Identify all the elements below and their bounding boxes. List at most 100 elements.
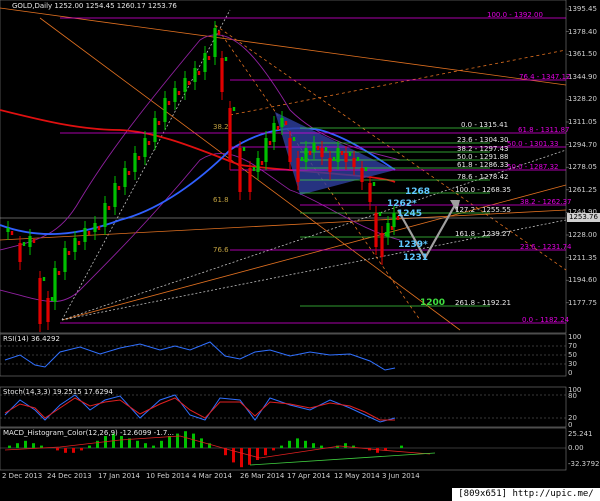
- candle-body: [157, 121, 161, 125]
- candle-body: [224, 57, 228, 61]
- macd-bar: [96, 440, 99, 448]
- image-host-watermark: [809x651] http://upic.me/: [452, 488, 600, 501]
- candle-body: [6, 228, 10, 232]
- candle-body: [93, 223, 97, 232]
- chart-canvas[interactable]: [0, 0, 600, 501]
- level-1231: 1231: [403, 253, 429, 263]
- candle-body: [316, 146, 320, 150]
- level-1200: 1200: [420, 298, 446, 308]
- macd-bar: [64, 448, 67, 453]
- candle-body: [117, 186, 121, 190]
- rsi-scale-50: 50: [568, 351, 577, 359]
- candle-body: [252, 167, 256, 171]
- macd-bar: [184, 431, 187, 448]
- candle-body: [46, 298, 50, 322]
- fib-green-161: 161.8 - 1239.27: [455, 230, 511, 238]
- candle-body: [83, 228, 87, 242]
- candle-body: [22, 242, 26, 246]
- candle-body: [97, 226, 101, 230]
- candle-body: [284, 121, 288, 125]
- date-tick-3: 10 Feb 2014: [146, 472, 190, 480]
- candle-body: [232, 107, 236, 111]
- macd-bar: [288, 440, 291, 448]
- candle-body: [256, 158, 260, 172]
- candle-body: [368, 183, 372, 202]
- macd-bar: [264, 448, 267, 456]
- price-axis-tick: 1311.05: [568, 118, 597, 126]
- price-axis-tick: 1194.60: [568, 276, 597, 285]
- candle-body: [272, 123, 276, 142]
- macd-bar: [272, 448, 275, 451]
- candle-body: [364, 167, 368, 171]
- macd-scale-zero: 0.00: [568, 444, 584, 452]
- macd-bar: [296, 438, 299, 448]
- stoch-header: Stoch(14,3,3) 19.2515 17.6294: [3, 388, 113, 396]
- macd-bar: [16, 443, 19, 448]
- candle-body: [18, 243, 22, 262]
- macd-bar: [256, 448, 259, 460]
- candle-body: [332, 157, 336, 161]
- candle-body: [38, 278, 42, 324]
- candle-body: [57, 271, 61, 275]
- candle-body: [386, 223, 390, 237]
- candle-body: [292, 137, 296, 141]
- candle-body: [67, 251, 71, 255]
- macd-bar: [128, 438, 131, 448]
- date-tick-0: 2 Dec 2013: [2, 472, 43, 480]
- candle-body: [296, 158, 300, 182]
- price-axis-tick: 1278.05: [568, 163, 597, 172]
- candle-body: [352, 158, 356, 167]
- candle-body: [300, 157, 304, 161]
- candle-body: [280, 118, 284, 127]
- candle-body: [193, 68, 197, 82]
- fib-label-61: 61.8 - 1311.87: [518, 126, 570, 134]
- candle-body: [28, 236, 32, 247]
- macd-scale-top: 25.241: [568, 430, 593, 438]
- candle-body: [127, 171, 131, 175]
- price-axis-tick: 1211.35: [568, 253, 597, 262]
- fib-green-23: 23.6 - 1304.30: [457, 136, 509, 144]
- candle-body: [163, 98, 167, 122]
- macd-bar: [280, 445, 283, 448]
- candle-body: [344, 153, 348, 162]
- candle-body: [87, 231, 91, 235]
- date-tick-8: 3 Jun 2014: [382, 472, 420, 480]
- rsi-scale-100: 100: [568, 333, 582, 341]
- macd-bar: [376, 448, 379, 453]
- candle-body: [153, 118, 157, 142]
- macd-bar: [8, 445, 11, 448]
- candle-body: [360, 168, 364, 182]
- price-axis-tick: 1328.20: [568, 95, 597, 104]
- candle-body: [107, 206, 111, 210]
- candle-body: [10, 231, 14, 235]
- candle-body: [147, 141, 151, 145]
- fib-label-100: 100.0 - 1392.00: [487, 11, 543, 19]
- fib-green-78: 78.6 - 1278.42: [457, 173, 509, 181]
- current-price-tag: 1253.76: [567, 213, 600, 222]
- candle-body: [217, 31, 221, 35]
- price-axis-tick: 1344.90: [568, 72, 597, 81]
- candle-body: [207, 56, 211, 60]
- candle-body: [203, 53, 207, 72]
- macd-bar: [248, 448, 251, 465]
- candle-body: [113, 183, 117, 207]
- candle-body: [308, 151, 312, 155]
- candle-body: [73, 238, 77, 252]
- candle-body: [42, 277, 46, 281]
- candle-body: [103, 203, 107, 227]
- level-1245: 1245: [397, 209, 423, 219]
- fib-label-23: 23.6 - 1231.74: [520, 243, 572, 251]
- macd-bar: [192, 433, 195, 448]
- fib-label-50b: 50.0 - 1287.32: [507, 163, 559, 171]
- macd-bar: [232, 448, 235, 463]
- macd-bar: [72, 448, 75, 453]
- price-axis-tick: 1395.45: [568, 5, 597, 13]
- candle-body: [213, 28, 217, 57]
- candle-body: [123, 168, 127, 187]
- candle-body: [348, 152, 352, 156]
- macd-bar: [240, 448, 243, 468]
- rsi-header: RSI(14) 36.4292: [3, 335, 60, 343]
- candle-body: [328, 158, 332, 172]
- fib-inner-76: 76.6: [213, 246, 229, 254]
- candle-body: [53, 268, 57, 302]
